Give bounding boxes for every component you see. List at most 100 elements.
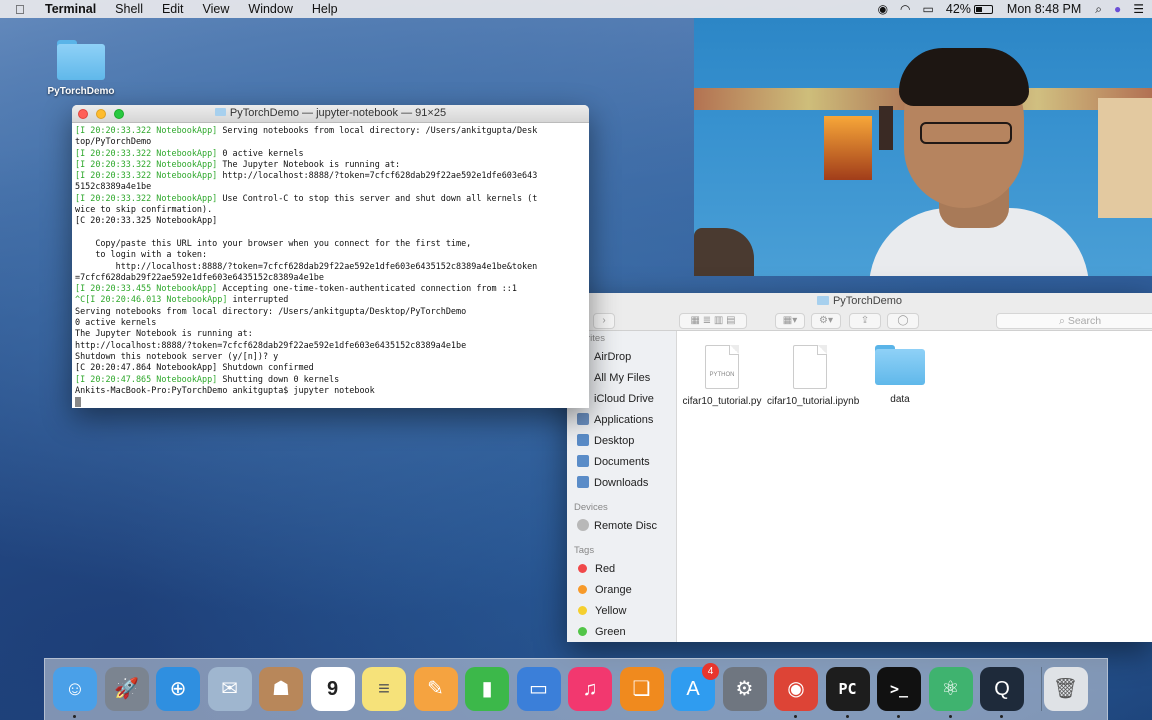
menu-app-name[interactable]: Terminal — [45, 2, 96, 16]
sidebar-item-label: Orange — [595, 584, 632, 596]
menu-shell[interactable]: Shell — [115, 2, 143, 16]
log-text: wice to skip confirmation). — [75, 204, 213, 215]
terminal-titlebar[interactable]: PyTorchDemo — jupyter-notebook — 91×25 — [72, 105, 589, 123]
atom-icon[interactable]: ⚛ — [928, 667, 973, 711]
battery-percent[interactable]: 42% — [946, 2, 971, 16]
sidebar-item-label: All My Files — [594, 372, 651, 384]
chrome-icon[interactable]: ◉ — [774, 667, 818, 711]
mail-icon[interactable]: ✉ — [207, 667, 252, 711]
log-text: 0 active kernels — [217, 147, 304, 158]
folder-icon — [214, 108, 226, 116]
sidebar-item-documents[interactable]: Documents — [567, 452, 676, 473]
calendar-icon[interactable]: 9 — [310, 667, 355, 711]
webcam-overlay — [694, 18, 1152, 276]
notes-icon[interactable]: ≡ — [362, 667, 406, 711]
terminal-line: top/PyTorchDemo — [75, 136, 586, 147]
terminal-line: ^C[I 20:20:46.013 NotebookApp] interrupt… — [75, 294, 586, 305]
file-item-ipynb[interactable]: cifar10_tutorial.ipynb — [767, 345, 859, 408]
sidebar-item-green[interactable]: Green — [567, 622, 676, 642]
sidebar-item-downloads[interactable]: Downloads — [567, 473, 676, 494]
sidebar-item-label: AirDrop — [594, 351, 632, 363]
terminal-line: wice to skip confirmation). — [75, 204, 586, 215]
gear-icon[interactable]: ⚙ — [722, 667, 767, 711]
battery-icon[interactable] — [973, 4, 993, 14]
log-text: Use Control-C to stop this server and sh… — [217, 192, 538, 203]
terminal-line: Copy/paste this URL into your browser wh… — [75, 238, 586, 249]
siri-icon[interactable]: ● — [1114, 2, 1121, 16]
running-indicator — [948, 715, 952, 718]
finder-toolbar: › ▦ ≣ ▥ ▤ ▦▾ ⚙▾ ⇪ ◯ ⌕ Search — [567, 311, 1152, 331]
terminal-prompt-line — [75, 396, 586, 407]
tag-dot-icon — [578, 585, 587, 594]
action-button[interactable]: ⚙▾ — [811, 313, 841, 329]
sidebar-item-orange[interactable]: Orange — [567, 580, 676, 601]
log-text: Shutting down 0 kernels — [217, 373, 340, 384]
record-icon[interactable]: ◉ — [878, 2, 888, 16]
safari-icon[interactable]: ⊕ — [156, 667, 200, 711]
view-mode-selector[interactable]: ▦ ≣ ▥ ▤ — [679, 313, 747, 329]
airplay-icon[interactable]: ▭ — [923, 2, 934, 16]
tag-button[interactable]: ◯ — [887, 313, 919, 329]
notification-center-icon[interactable]: ☰ — [1133, 2, 1144, 16]
music-icon[interactable]: ♫ — [568, 667, 612, 711]
apple-icon[interactable]:  — [15, 2, 31, 17]
sidebar-item-label: Downloads — [594, 477, 649, 489]
running-indicator — [73, 715, 76, 718]
log-prefix: [I 20:20:33.322 NotebookApp] — [75, 147, 218, 158]
pycharm-icon[interactable]: PC — [825, 667, 870, 711]
quicktime-icon[interactable]: Q — [980, 667, 1024, 711]
menu-view[interactable]: View — [203, 2, 230, 16]
gear-icon: ⚙▾ — [819, 315, 833, 326]
terminal-output[interactable]: [I 20:20:33.322 NotebookApp] Serving not… — [72, 123, 589, 408]
terminal-line: Shutdown this notebook server (y/[n])? y — [75, 351, 586, 362]
chevron-right-icon: › — [602, 315, 606, 326]
sidebar-item-desktop[interactable]: Desktop — [567, 431, 676, 452]
terminal-line: [I 20:20:33.322 NotebookApp] 0 active ke… — [75, 148, 586, 159]
documents-icon — [577, 455, 589, 467]
pages-icon[interactable]: ✎ — [413, 667, 458, 711]
launchpad-icon[interactable]: 🚀 — [104, 667, 149, 711]
log-text: to login with a token: — [75, 249, 208, 260]
terminal-line: [C 20:20:33.325 NotebookApp] — [75, 215, 586, 226]
keynote-icon[interactable]: ▭ — [516, 667, 561, 711]
share-button[interactable]: ⇪ — [849, 313, 881, 329]
search-field[interactable]: ⌕ Search — [996, 313, 1152, 329]
file-item-data-folder[interactable]: data — [857, 345, 943, 406]
sidebar-item-yellow[interactable]: Yellow — [567, 601, 676, 622]
dock-separator — [1041, 667, 1042, 711]
contacts-icon[interactable]: ☗ — [259, 667, 303, 711]
sidebar-item-remote-disc[interactable]: Remote Disc — [567, 516, 676, 537]
tags-list: Red Orange Yellow Green — [567, 559, 676, 642]
desktop-folder[interactable]: PyTorchDemo — [46, 40, 116, 97]
clock[interactable]: Mon 8:48 PM — [1007, 2, 1081, 16]
arrange-button[interactable]: ▦▾ — [775, 313, 805, 329]
terminal-line: Serving notebooks from local directory: … — [75, 306, 586, 317]
trash-icon[interactable]: 🗑 — [1043, 667, 1088, 711]
wifi-icon[interactable]: ◠ — [900, 2, 910, 16]
sidebar-item-red[interactable]: Red — [567, 559, 676, 580]
log-text: http://localhost:8888/?token=7cfcf628dab… — [75, 260, 538, 271]
webcam-poster-small — [879, 106, 893, 150]
log-text: Accepting one-time-token-authenticated c… — [217, 283, 517, 294]
menu-help[interactable]: Help — [312, 2, 338, 16]
terminal-line: =7cfcf628dab29f22ae592e1dfe603e6435152c8… — [75, 272, 586, 283]
app-store-icon[interactable]: A4 — [671, 663, 719, 711]
sidebar-item-applications[interactable]: Applications — [567, 410, 676, 431]
document-icon — [793, 345, 827, 389]
menu-edit[interactable]: Edit — [162, 2, 184, 16]
finder-titlebar[interactable]: PyTorchDemo — [567, 293, 1152, 311]
menu-window[interactable]: Window — [248, 2, 292, 16]
terminal-icon[interactable]: >_ — [877, 667, 921, 711]
books-icon[interactable]: ❏ — [619, 667, 664, 711]
log-prefix: [I 20:20:47.865 NotebookApp] — [75, 373, 218, 384]
log-text: top/PyTorchDemo — [75, 136, 152, 147]
numbers-icon[interactable]: ▮ — [465, 667, 509, 711]
sidebar-item-label: Yellow — [595, 605, 627, 617]
tag-icon: ◯ — [897, 315, 909, 326]
log-text: http://localhost:8888/?token=7cfcf628dab… — [217, 170, 538, 181]
terminal-window: PyTorchDemo — jupyter-notebook — 91×25 [… — [72, 105, 589, 408]
forward-button[interactable]: › — [593, 313, 615, 329]
file-item-py[interactable]: PYTHON cifar10_tutorial.py — [679, 345, 765, 408]
spotlight-icon[interactable]: ⌕ — [1095, 2, 1102, 17]
finder-icon[interactable]: ☺ — [53, 667, 97, 711]
